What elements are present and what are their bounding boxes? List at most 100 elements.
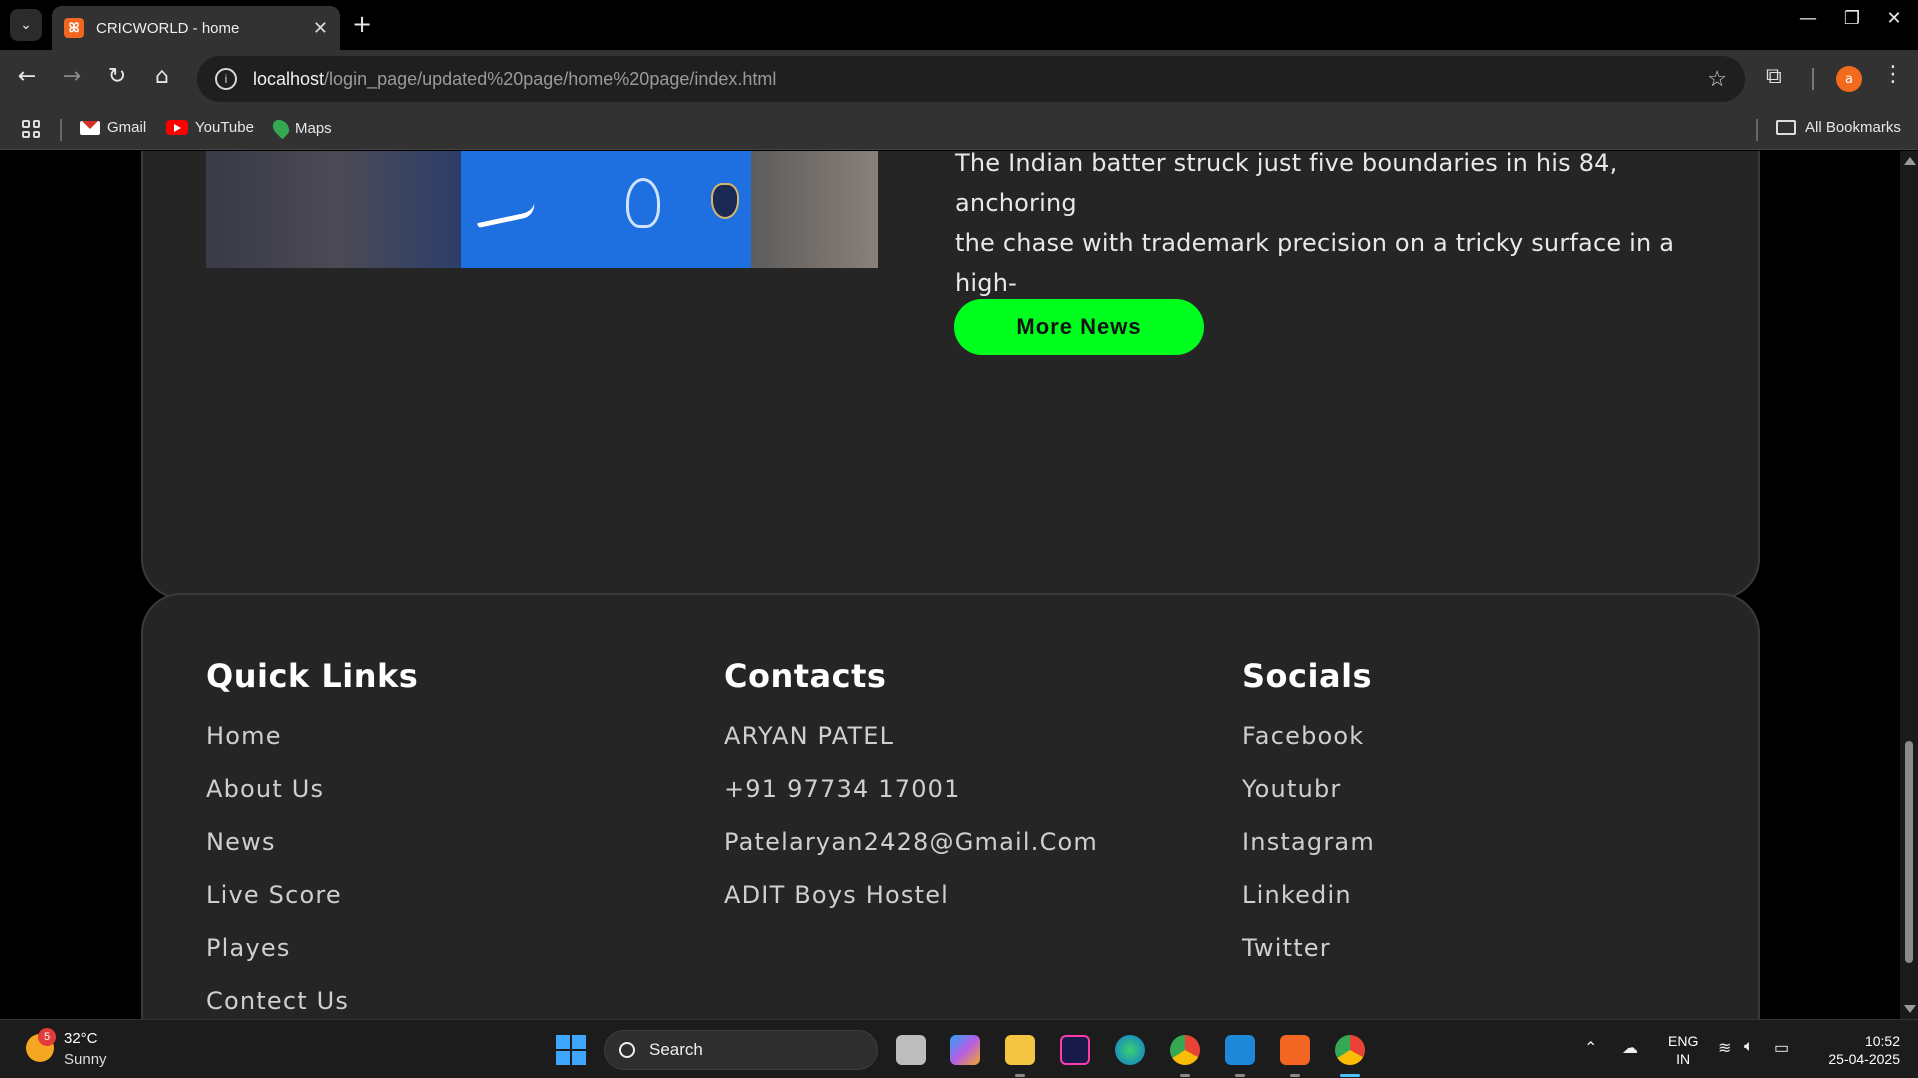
- social-link-linkedin[interactable]: Linkedin: [1242, 880, 1375, 933]
- footer-link-contact[interactable]: Contect Us: [206, 986, 418, 1019]
- forward-arrow-icon[interactable]: →: [57, 64, 87, 89]
- task-view-icon[interactable]: [896, 1035, 926, 1065]
- footer: Quick Links Home About Us News Live Scor…: [141, 593, 1760, 1019]
- news-card: The Indian batter struck just five bound…: [141, 151, 1760, 599]
- browser-toolbar: ← → ↻ ⌂ i localhost/login_page/updated%2…: [0, 50, 1918, 108]
- profile-avatar[interactable]: a: [1836, 66, 1862, 92]
- intellij-icon[interactable]: [1060, 1035, 1090, 1065]
- footer-link-about[interactable]: About Us: [206, 774, 418, 827]
- scroll-up-arrow-icon[interactable]: [1904, 157, 1916, 165]
- search-icon: [619, 1042, 635, 1058]
- scrollbar-thumb[interactable]: [1905, 741, 1913, 963]
- chrome-profile-icon[interactable]: [1335, 1035, 1365, 1065]
- quick-links-heading: Quick Links: [206, 657, 419, 695]
- copilot-icon[interactable]: [950, 1035, 980, 1065]
- social-link-facebook[interactable]: Facebook: [1242, 721, 1375, 774]
- clock-date: 25-04-2025: [1828, 1051, 1900, 1067]
- tab-search-chevron-icon[interactable]: ⌄: [10, 9, 42, 41]
- contact-address: ADIT Boys Hostel: [724, 881, 950, 909]
- footer-link-news[interactable]: News: [206, 827, 418, 880]
- news-photo: [206, 151, 878, 268]
- bookmarks-bar: Gmail YouTube Maps All Bookmarks: [0, 108, 1918, 150]
- page-scrollbar[interactable]: [1900, 151, 1918, 1019]
- bcci-emblem-icon: [711, 183, 739, 219]
- volume-icon[interactable]: 🔈︎: [1744, 1038, 1754, 1056]
- running-indicator: [1015, 1074, 1025, 1077]
- bookmarks-divider: [60, 119, 62, 141]
- edge-icon[interactable]: [1115, 1035, 1145, 1065]
- quick-links-column: Quick Links Home About Us News Live Scor…: [206, 657, 418, 1019]
- apps-grid-icon[interactable]: [22, 120, 40, 138]
- close-window-icon[interactable]: ✕: [1876, 8, 1912, 29]
- taskbar-search-box[interactable]: Search: [604, 1030, 878, 1070]
- file-explorer-icon[interactable]: [1005, 1035, 1035, 1065]
- more-news-button[interactable]: More News: [954, 299, 1204, 355]
- social-link-instagram[interactable]: Instagram: [1242, 827, 1375, 880]
- lang-region: IN: [1676, 1051, 1691, 1067]
- address-bar[interactable]: i localhost/login_page/updated%20page/ho…: [197, 56, 1745, 102]
- news-line: the chase with trademark precision on a …: [955, 229, 1675, 297]
- bookmark-star-icon[interactable]: ☆: [1707, 66, 1727, 92]
- restore-icon[interactable]: ❐: [1834, 8, 1870, 29]
- world-cup-badge-icon: [626, 178, 660, 228]
- battery-icon[interactable]: ▭: [1774, 1038, 1789, 1058]
- new-tab-plus-icon[interactable]: +: [352, 10, 372, 38]
- home-icon[interactable]: ⌂: [147, 64, 177, 89]
- reload-icon[interactable]: ↻: [102, 64, 132, 89]
- running-indicator: [1180, 1074, 1190, 1077]
- socials-column: Socials Facebook Youtubr Instagram Linke…: [1242, 657, 1375, 986]
- weather-condition[interactable]: Sunny: [64, 1051, 107, 1068]
- social-link-youtube[interactable]: Youtubr: [1242, 774, 1375, 827]
- social-link-twitter[interactable]: Twitter: [1242, 933, 1375, 986]
- xampp-favicon-icon: ꕤ: [64, 18, 84, 38]
- toolbar-divider: [1812, 68, 1814, 90]
- minimize-icon[interactable]: —: [1790, 8, 1826, 29]
- running-indicator: [1290, 1074, 1300, 1077]
- bookmark-youtube[interactable]: YouTube: [166, 119, 254, 136]
- chrome-icon[interactable]: [1170, 1035, 1200, 1065]
- running-indicator: [1235, 1074, 1245, 1077]
- contact-name: ARYAN PATEL: [724, 722, 895, 750]
- gmail-icon: [80, 120, 100, 135]
- vscode-icon[interactable]: [1225, 1035, 1255, 1065]
- youtube-icon: [166, 120, 188, 135]
- bookmark-label: YouTube: [195, 119, 254, 136]
- page-viewport: The Indian batter struck just five bound…: [0, 151, 1900, 1019]
- lang-code: ENG: [1668, 1033, 1699, 1049]
- weather-temperature[interactable]: 32°C: [64, 1030, 98, 1047]
- show-hidden-icons-chevron-icon[interactable]: ⌃: [1584, 1038, 1597, 1058]
- bookmark-label: Maps: [295, 119, 332, 137]
- wifi-icon[interactable]: ≋: [1718, 1038, 1731, 1058]
- contacts-heading: Contacts: [724, 657, 887, 695]
- tab-close-icon[interactable]: ✕: [313, 18, 328, 39]
- news-line: The Indian batter struck just five bound…: [955, 151, 1618, 217]
- system-clock[interactable]: 10:52 25-04-2025: [1818, 1032, 1900, 1068]
- bookmark-gmail[interactable]: Gmail: [80, 119, 146, 136]
- scroll-down-arrow-icon[interactable]: [1904, 1005, 1916, 1013]
- bookmarks-divider: [1756, 119, 1758, 141]
- back-arrow-icon[interactable]: ←: [12, 64, 42, 89]
- extensions-puzzle-icon[interactable]: ⧉: [1766, 64, 1782, 89]
- active-indicator: [1340, 1074, 1360, 1077]
- bookmark-maps[interactable]: Maps: [269, 116, 332, 140]
- xampp-icon[interactable]: [1280, 1035, 1310, 1065]
- windows-start-icon[interactable]: [556, 1035, 586, 1065]
- contacts-column: Contacts ARYAN PATEL +91 97734 17001 Pat…: [724, 657, 1098, 933]
- windows-taskbar: 5 32°C Sunny Search ⌃ ☁ ENG IN ≋ 🔈︎ ▭ 10…: [0, 1019, 1918, 1078]
- folder-icon: [1776, 120, 1796, 135]
- tab-title: CRICWORLD - home: [96, 19, 240, 37]
- site-info-icon[interactable]: i: [215, 68, 237, 90]
- footer-link-home[interactable]: Home: [206, 721, 418, 774]
- browser-tab[interactable]: ꕤ CRICWORLD - home ✕: [52, 6, 340, 50]
- footer-link-live-score[interactable]: Live Score: [206, 880, 418, 933]
- browser-menu-icon[interactable]: ⋮: [1882, 62, 1904, 87]
- footer-link-players[interactable]: Playes: [206, 933, 418, 986]
- weather-badge: 5: [38, 1028, 56, 1046]
- taskbar-search-label: Search: [649, 1040, 703, 1059]
- all-bookmarks-button[interactable]: All Bookmarks: [1776, 119, 1901, 136]
- language-indicator[interactable]: ENG IN: [1668, 1032, 1698, 1068]
- onedrive-cloud-icon[interactable]: ☁: [1622, 1038, 1638, 1058]
- contact-email: Patelaryan2428@Gmail.Com: [724, 828, 1098, 856]
- bookmark-label: Gmail: [107, 119, 147, 136]
- browser-tab-bar: ⌄ ꕤ CRICWORLD - home ✕ + — ❐ ✕: [0, 0, 1918, 50]
